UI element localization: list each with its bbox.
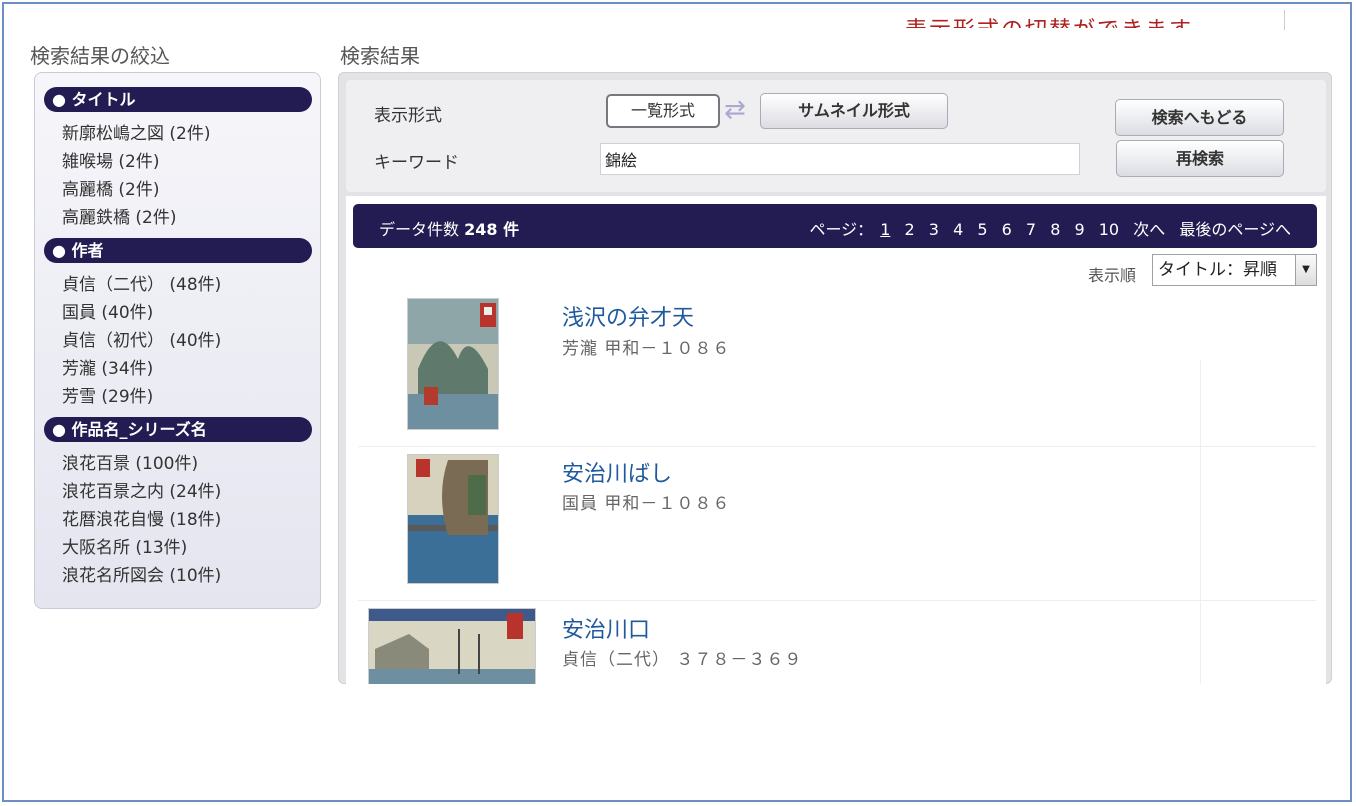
result-meta: 貞信（二代） ３７８－３６９ [562, 650, 803, 670]
pagination: ページ： 1 2 3 4 5 6 7 8 9 10 次へ 最後のページへ [809, 216, 1291, 240]
result-meta: 芳瀧 甲和－１０８６ [562, 339, 731, 359]
display-format-label: 表示形式 [374, 106, 442, 126]
top-divider [1284, 10, 1285, 30]
facet-item-series[interactable]: 花暦浪花自慢 (18件) [62, 505, 221, 530]
facet-item-series[interactable]: 浪花百景之内 (24件) [62, 477, 221, 502]
panel-cutoff [338, 684, 1338, 704]
facet-sidebar: ● タイトル 新廓松嶋之図 (2件) 雑喉場 (2件) 高麗橋 (2件) 高麗鉄… [34, 72, 321, 609]
column-divider [1200, 360, 1201, 684]
facet-series-header[interactable]: ● 作品名_シリーズ名 [44, 417, 312, 442]
result-count-label: データ件数 [379, 220, 460, 239]
page-label: ページ： [809, 220, 874, 239]
facet-item-author[interactable]: 芳瀧 (34件) [62, 354, 153, 379]
page-link[interactable]: 9 [1074, 220, 1084, 239]
page-link[interactable]: 6 [1002, 220, 1012, 239]
facet-item-title[interactable]: 雑喉場 (2件) [62, 147, 159, 172]
keyword-input[interactable] [600, 143, 1080, 175]
last-page-link[interactable]: 最後のページへ [1179, 220, 1291, 239]
result-title-link[interactable]: 安治川ばし [562, 456, 672, 488]
facet-item-author[interactable]: 芳雪 (29件) [62, 382, 153, 407]
ukiyoe-print-image [369, 609, 535, 686]
facet-item-author[interactable]: 国員 (40件) [62, 298, 153, 323]
result-thumbnail[interactable] [407, 298, 499, 430]
next-page-link[interactable]: 次へ [1133, 220, 1165, 239]
re-search-button[interactable]: 再検索 [1116, 140, 1284, 177]
sidebar-heading: 検索結果の絞込 [30, 44, 170, 68]
keyword-label: キーワード [374, 153, 459, 173]
ukiyoe-print-image [408, 299, 498, 429]
facet-item-series[interactable]: 浪花名所図会 (10件) [62, 561, 221, 586]
facet-item-author[interactable]: 貞信（初代） (40件) [62, 326, 221, 351]
page-link[interactable]: 1 [880, 220, 890, 239]
facet-item-title[interactable]: 新廓松嶋之図 (2件) [62, 119, 210, 144]
facet-item-author[interactable]: 貞信（二代） (48件) [62, 270, 221, 295]
page-link[interactable]: 8 [1050, 220, 1060, 239]
result-thumbnail[interactable] [407, 454, 499, 584]
facet-title-header[interactable]: ● タイトル [44, 87, 312, 112]
facet-author-header[interactable]: ● 作者 [44, 238, 312, 263]
facet-item-series[interactable]: 大阪名所 (13件) [62, 533, 187, 558]
list-view-button[interactable]: 一覧形式 [606, 94, 720, 128]
row-divider [358, 446, 754, 447]
ukiyoe-print-image [408, 455, 498, 583]
row-divider [754, 446, 1316, 447]
row-divider [904, 600, 1316, 601]
main-heading: 検索結果 [340, 44, 420, 68]
thumbnail-view-button[interactable]: サムネイル形式 [760, 93, 948, 129]
results-header-bar: データ件数 248 件 ページ： 1 2 3 4 5 6 7 8 9 10 次へ… [353, 204, 1317, 248]
facet-item-series[interactable]: 浪花百景 (100件) [62, 449, 198, 474]
facet-item-title[interactable]: 高麗橋 (2件) [62, 175, 159, 200]
sort-label: 表示順 [1088, 266, 1137, 285]
row-divider [358, 600, 904, 601]
chevron-down-icon[interactable]: ▼ [1295, 255, 1316, 285]
top-banner-text: 表示形式の切替ができます [905, 14, 1193, 28]
result-count: データ件数 248 件 [379, 216, 519, 240]
result-meta: 国員 甲和－１０８６ [562, 494, 731, 514]
page-link[interactable]: 3 [929, 220, 939, 239]
result-thumbnail[interactable] [368, 608, 536, 686]
swap-arrows-icon: ⇄ [724, 95, 746, 125]
page-link[interactable]: 4 [953, 220, 963, 239]
result-count-value: 248 件 [464, 220, 520, 239]
page-link[interactable]: 5 [977, 220, 987, 239]
result-title-link[interactable]: 安治川口 [562, 612, 650, 644]
page-link[interactable]: 2 [905, 220, 915, 239]
facet-item-title[interactable]: 高麗鉄橋 (2件) [62, 203, 176, 228]
result-title-link[interactable]: 浅沢の弁才天 [562, 300, 694, 332]
sort-value: タイトル：昇順 [1158, 260, 1277, 280]
page-link[interactable]: 7 [1026, 220, 1036, 239]
page-link[interactable]: 10 [1099, 220, 1119, 239]
back-to-search-button[interactable]: 検索へもどる [1115, 99, 1284, 136]
sort-select[interactable]: タイトル：昇順 ▼ [1152, 254, 1317, 286]
